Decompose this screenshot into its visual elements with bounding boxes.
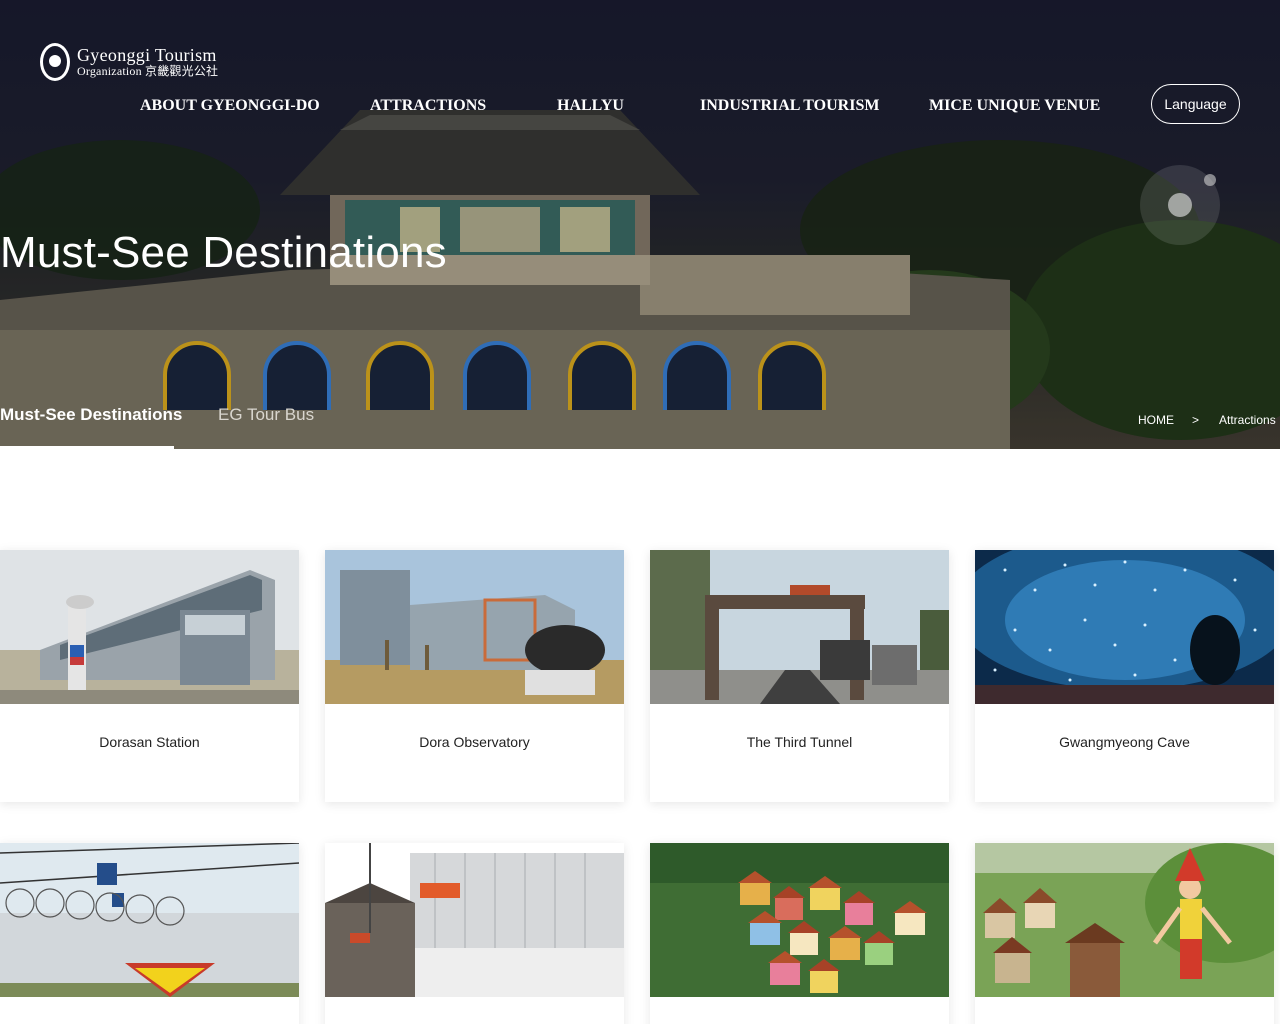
breadcrumb-home[interactable]: HOME [1138, 413, 1174, 427]
tab-must-see-destinations[interactable]: Must-See Destinations [0, 405, 182, 425]
main-nav: ABOUT GYEONGGI-DO ATTRACTIONS HALLYU IND… [0, 97, 1280, 119]
tunnel-gate-photo [650, 550, 949, 704]
nav-industrial-tourism[interactable]: INDUSTRIAL TOURISM [700, 97, 879, 115]
nav-about-gyeonggi-do[interactable]: ABOUT GYEONGGI-DO [140, 97, 320, 115]
logo-emblem-icon [40, 43, 70, 81]
card-colorful-village[interactable] [650, 843, 949, 1024]
card-pinocchio-village[interactable] [975, 843, 1274, 1024]
cable-car-photo [0, 843, 299, 997]
card-title: Dora Observatory [419, 734, 530, 750]
colorful-village-photo [650, 843, 949, 997]
observatory-photo [325, 550, 624, 704]
card-title: Dorasan Station [99, 734, 200, 750]
card-dorasan-station[interactable]: Dorasan Station [0, 550, 299, 802]
card-cable-car[interactable] [0, 843, 299, 1024]
nav-attractions[interactable]: ATTRACTIONS [370, 97, 486, 115]
logo-subname: Organization 京畿觀光公社 [77, 64, 219, 79]
card-gwangmyeong-cave[interactable]: Gwangmyeong Cave [975, 550, 1274, 802]
breadcrumb-current[interactable]: Attractions [1219, 413, 1276, 427]
cave-lights-photo [975, 550, 1274, 704]
breadcrumb-separator: > [1192, 413, 1200, 427]
card-title: The Third Tunnel [746, 734, 853, 750]
nav-hallyu[interactable]: HALLYU [557, 97, 624, 115]
card-dora-observatory[interactable]: Dora Observatory [325, 550, 624, 802]
tab-eg-tour-bus[interactable]: EG Tour Bus [218, 405, 314, 425]
active-tab-indicator [0, 446, 174, 449]
nav-mice-unique-venue[interactable]: MICE UNIQUE VENUE [929, 97, 1100, 115]
card-title: Gwangmyeong Cave [1059, 734, 1190, 750]
pinocchio-village-photo [975, 843, 1274, 997]
warehouse-photo [325, 843, 624, 997]
station-photo [0, 550, 299, 704]
card-warehouse[interactable] [325, 843, 624, 1024]
gyeonggi-tourism-logo[interactable]: Gyeonggi Tourism Organization 京畿觀光公社 [40, 43, 218, 81]
language-button[interactable]: Language [1151, 84, 1240, 124]
card-the-third-tunnel[interactable]: The Third Tunnel [650, 550, 949, 802]
page-title: Must-See Destinations [0, 228, 447, 277]
hero-banner: Gyeonggi Tourism Organization 京畿觀光公社 ABO… [0, 0, 1280, 449]
logo-name: Gyeonggi Tourism [77, 45, 217, 66]
